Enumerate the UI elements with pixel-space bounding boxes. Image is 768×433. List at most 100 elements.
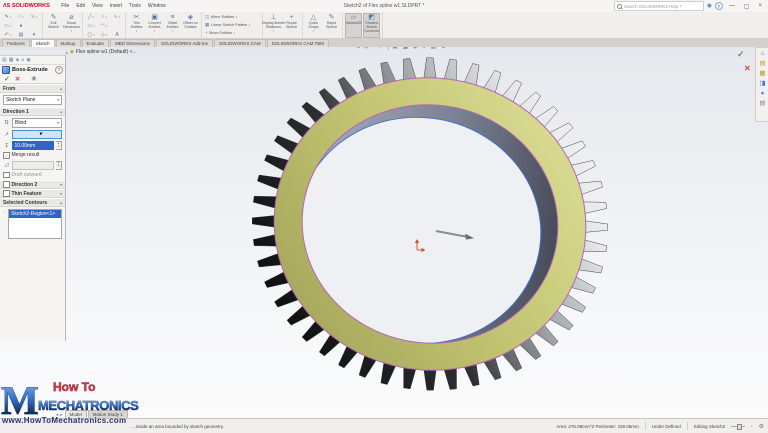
thin-feature-section-header[interactable]: Thin Feature ▾ bbox=[0, 189, 65, 198]
pm-tab-configurationmanager[interactable]: ◈ bbox=[15, 57, 19, 63]
pm-tab-propertymanager[interactable]: ▦ bbox=[9, 57, 14, 63]
menu-item-window[interactable]: Window bbox=[144, 3, 169, 9]
restore-button[interactable]: ▢ bbox=[741, 3, 753, 10]
menu-item-edit[interactable]: Edit bbox=[73, 3, 89, 9]
status-options-icon[interactable]: ⚙ bbox=[759, 423, 764, 430]
view-palette-icon[interactable]: ◨ bbox=[759, 79, 765, 88]
model-tab-motion-study-1[interactable]: Motion Study 1 bbox=[88, 410, 128, 418]
ribbon-button-quick-snaps[interactable]: △ Quick Snaps▾ bbox=[305, 13, 322, 38]
ribbon-button-instant2d[interactable]: ▱ Instant2D bbox=[345, 13, 362, 38]
thin-feature-checkbox[interactable] bbox=[3, 190, 10, 197]
appearances-icon[interactable]: ● bbox=[761, 89, 765, 98]
ribbon-button-convert-entities[interactable]: ▣ Convert Entities▾ bbox=[146, 13, 163, 38]
solidworks-resources-icon[interactable]: ⌂ bbox=[761, 49, 765, 58]
expand-chevron-icon[interactable]: ▾ bbox=[60, 183, 62, 187]
zoom-slider[interactable] bbox=[731, 426, 745, 427]
direction2-checkbox[interactable] bbox=[3, 181, 10, 188]
tab-solidworks-cam[interactable]: SOLIDWORKS CAM bbox=[214, 39, 266, 47]
tree-expander-icon[interactable]: ▸ bbox=[66, 50, 68, 55]
ribbon-button-rapid-sketch[interactable]: ✎ Rapid Sketch bbox=[323, 13, 340, 38]
draft-angle-field[interactable] bbox=[12, 161, 54, 170]
direction-of-extrusion-field[interactable] bbox=[12, 130, 62, 139]
ribbon-button-linear-sketch-pattern[interactable]: ▦ Linear Sketch Pattern▾ bbox=[204, 21, 260, 29]
cancel-button[interactable]: ✕ bbox=[15, 75, 20, 83]
ribbon-tool-point[interactable]: · bbox=[28, 22, 40, 30]
ribbon-button-move-entities[interactable]: + Move Entities▾ bbox=[204, 29, 260, 37]
draft-spinner[interactable]: ▴▾ bbox=[56, 161, 62, 170]
part-name[interactable]: Flex spline w1 (Default) <... bbox=[76, 49, 137, 55]
ribbon-tool-circle[interactable]: ○▾ bbox=[15, 13, 27, 21]
search-box[interactable]: Search SOLIDWORKS Help ▾ bbox=[614, 1, 704, 11]
ribbon-tool-spline[interactable]: ∿▾ bbox=[111, 13, 123, 21]
ribbon-tool-sphere[interactable]: ● bbox=[15, 22, 27, 30]
ribbon-tool-line[interactable]: ╱▾ bbox=[85, 13, 97, 21]
ribbon-tool-point[interactable]: · bbox=[111, 22, 123, 30]
search-caret-icon[interactable]: ▾ bbox=[680, 5, 682, 8]
selected-contours-list[interactable]: Sketch2-Region<1> bbox=[8, 209, 62, 239]
depth-spinner[interactable]: ▴▾ bbox=[56, 141, 62, 150]
ribbon-button-offset-entities[interactable]: ≡ Offset Entities▾ bbox=[164, 13, 181, 38]
close-button[interactable]: × bbox=[755, 3, 765, 9]
confirm-accept-button[interactable]: ✓ bbox=[737, 49, 745, 60]
draft-icon[interactable]: ◿ bbox=[3, 162, 10, 168]
user-account-icon[interactable]: ◉ bbox=[707, 3, 712, 9]
dropdown-caret-icon[interactable]: ▾ bbox=[57, 98, 59, 102]
draft-outward-checkbox[interactable] bbox=[3, 172, 10, 179]
ribbon-button-offset-on-surface[interactable]: ◈ Offset on Surface bbox=[182, 13, 199, 38]
draft-outward-row[interactable]: Draft outward bbox=[3, 172, 62, 179]
depth-field[interactable]: 10.00mm bbox=[12, 141, 54, 150]
custom-properties-icon[interactable]: ▤ bbox=[759, 99, 765, 108]
end-condition-dropdown[interactable]: Blind ▾ bbox=[12, 118, 62, 128]
pm-help-icon[interactable]: ? bbox=[55, 66, 63, 74]
tab-markup[interactable]: Markup bbox=[56, 39, 81, 47]
ribbon-tool-circle[interactable]: ○▾ bbox=[98, 13, 110, 21]
graphics-viewport[interactable] bbox=[0, 47, 768, 418]
reverse-direction-icon[interactable]: ⇅ bbox=[3, 120, 10, 126]
collapse-chevron-icon[interactable]: ▴ bbox=[60, 201, 62, 205]
from-dropdown[interactable]: Sketch Plane ▾ bbox=[3, 95, 62, 105]
pm-tab-featuremanager[interactable]: ▤ bbox=[2, 57, 7, 63]
collapse-chevron-icon[interactable]: ▴ bbox=[60, 110, 62, 114]
ribbon-button-repair-sketch[interactable]: + Repair Sketch bbox=[283, 13, 300, 38]
tab-solidworks-cam-tbm[interactable]: SOLIDWORKS CAM TBM bbox=[267, 39, 329, 47]
menu-item-insert[interactable]: Insert bbox=[106, 3, 126, 9]
design-library-icon[interactable]: ▤ bbox=[759, 59, 765, 68]
tab-mbd-dimensions[interactable]: MBD Dimensions bbox=[110, 39, 155, 47]
tab-sketch[interactable]: Sketch bbox=[31, 39, 55, 47]
confirm-cancel-button[interactable]: ✕ bbox=[744, 64, 751, 73]
preview-eye-icon[interactable]: ◉ bbox=[31, 75, 36, 82]
tab-features[interactable]: Features bbox=[2, 39, 30, 47]
from-section-header[interactable]: From ▴ bbox=[0, 84, 65, 93]
ribbon-tool-arc[interactable]: ◠▾ bbox=[98, 22, 110, 30]
menu-item-view[interactable]: View bbox=[88, 3, 106, 9]
menu-item-tools[interactable]: Tools bbox=[126, 3, 145, 9]
merge-result-row[interactable]: ✓ Merge result bbox=[3, 152, 62, 159]
direction2-section-header[interactable]: Direction 2 ▾ bbox=[0, 180, 65, 189]
status-caret-icon[interactable]: ▾ bbox=[751, 425, 753, 428]
direction1-section-header[interactable]: Direction 1 ▴ bbox=[0, 107, 65, 116]
dropdown-caret-icon[interactable]: ▾ bbox=[57, 121, 59, 125]
ribbon-button-shaded-sketch-contours[interactable]: ◩ Shaded Sketch Contours bbox=[363, 13, 380, 38]
expand-chevron-icon[interactable]: ▾ bbox=[60, 192, 62, 196]
flyout-feature-tree[interactable]: ▸ ◆ Flex spline w1 (Default) <... bbox=[66, 49, 137, 55]
file-explorer-icon[interactable]: ▦ bbox=[759, 69, 765, 78]
tab-evaluate[interactable]: Evaluate bbox=[82, 39, 110, 47]
ribbon-tool-spline[interactable]: ∿▾ bbox=[28, 13, 40, 21]
menu-item-file[interactable]: File bbox=[58, 3, 73, 9]
ribbon-tool-rectangle[interactable]: ▭▾ bbox=[85, 22, 97, 30]
minimize-button[interactable]: — bbox=[726, 3, 738, 9]
contour-list-item[interactable]: Sketch2-Region<1> bbox=[9, 210, 61, 218]
collapse-chevron-icon[interactable]: ▴ bbox=[60, 87, 62, 91]
ribbon-button-mirror-entities[interactable]: ◫ Mirror Entities▾ bbox=[204, 13, 260, 21]
help-icon[interactable]: ? bbox=[715, 2, 723, 10]
pm-tab-dimxpertmanager[interactable]: ⌀ bbox=[21, 57, 24, 63]
tab-solidworks-add-ins[interactable]: SOLIDWORKS Add-Ins bbox=[156, 39, 213, 47]
search-input[interactable]: Search SOLIDWORKS Help bbox=[624, 4, 678, 9]
ribbon-button-display-delete-relations[interactable]: ⊥ Display/Delete Relations▾ bbox=[265, 13, 282, 38]
merge-result-checkbox[interactable]: ✓ bbox=[3, 152, 10, 159]
ribbon-button-smart-dimension[interactable]: ⌀ Smart Dimension▾ bbox=[63, 13, 80, 38]
ribbon-tool-rectangle[interactable]: ▭▾ bbox=[2, 22, 14, 30]
selected-contours-section-header[interactable]: Selected Contours ▴ bbox=[0, 198, 65, 207]
ribbon-button-exit-sketch[interactable]: ✎ Exit Sketch bbox=[45, 13, 62, 38]
pm-tab-displaymanager[interactable]: ◉ bbox=[26, 57, 30, 63]
